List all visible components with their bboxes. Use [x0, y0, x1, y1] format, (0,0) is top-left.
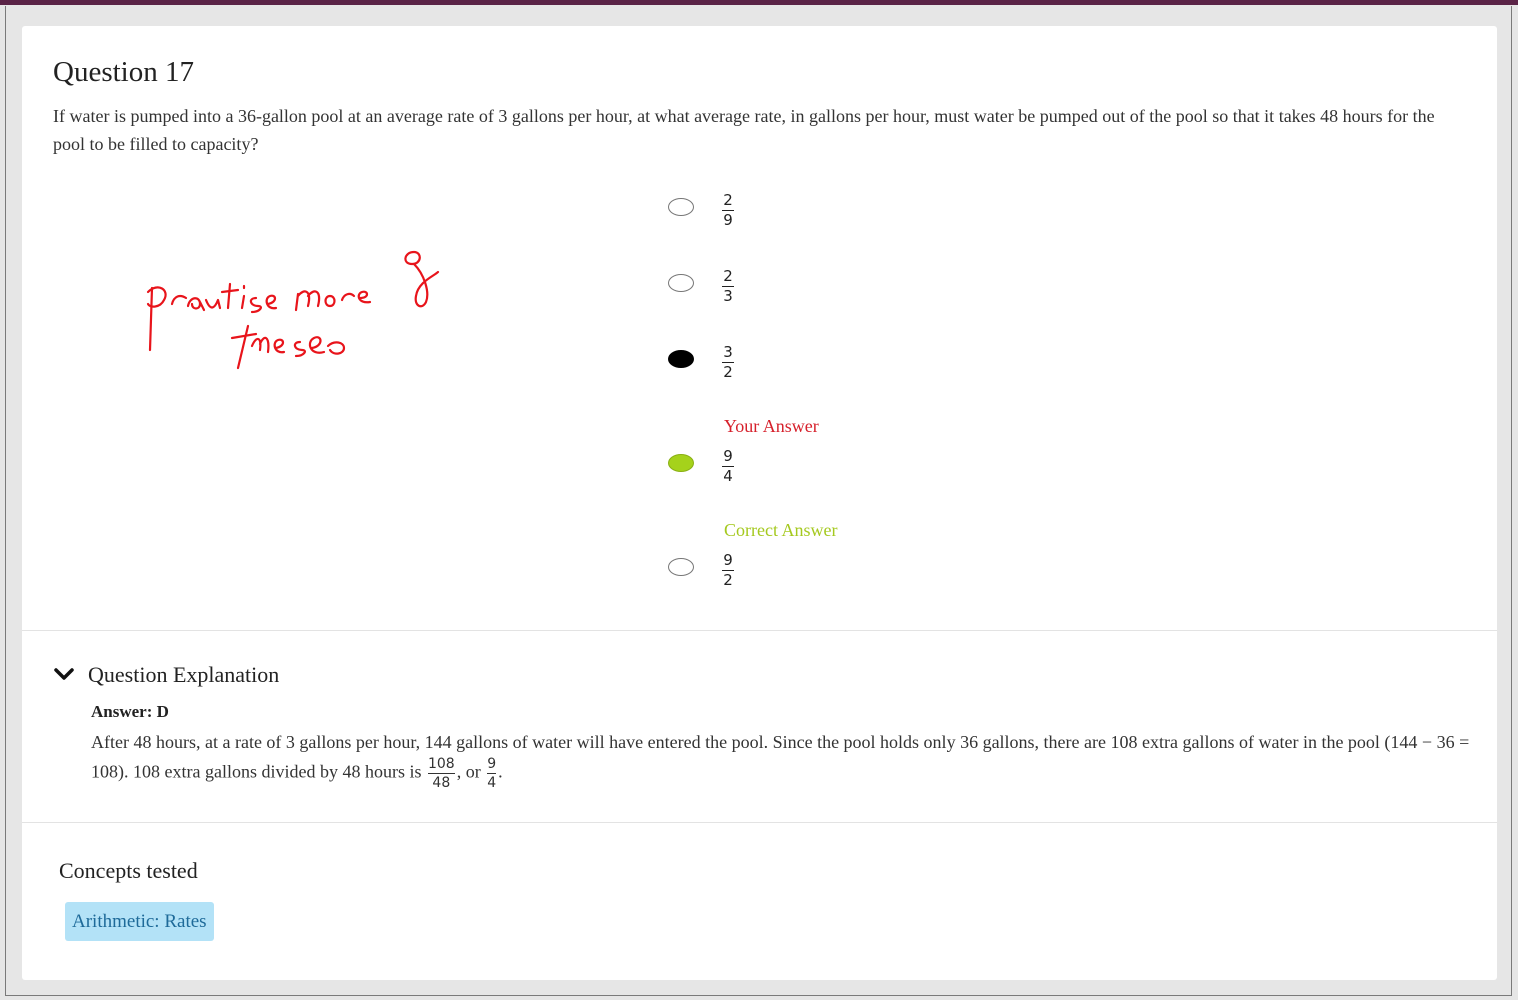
explanation-text-part: After 48 hours, at a rate of 3 gallons p… — [91, 732, 1470, 782]
radio-button-correct[interactable] — [668, 454, 694, 472]
denominator: 4 — [487, 775, 497, 791]
numerator: 2 — [723, 191, 733, 209]
explanation-text: After 48 hours, at a rate of 3 gallons p… — [91, 728, 1471, 790]
numerator: 9 — [487, 756, 497, 772]
radio-button[interactable] — [668, 558, 694, 576]
fraction: 9 4 — [487, 756, 497, 791]
fraction: 3 2 — [722, 344, 734, 380]
answer-key: Answer: D — [91, 702, 169, 721]
denominator: 9 — [723, 211, 733, 229]
question-text: If water is pumped into a 36-gallon pool… — [53, 106, 1435, 154]
fraction: 9 2 — [722, 552, 734, 588]
fraction: 108 48 — [427, 756, 455, 791]
correct-answer-label: Correct Answer — [724, 520, 838, 540]
fraction: 2 9 — [722, 192, 734, 228]
your-answer-label: Your Answer — [724, 416, 819, 436]
chevron-down-icon[interactable] — [53, 666, 75, 682]
fraction: 2 3 — [722, 268, 734, 304]
fraction-bar — [427, 773, 455, 774]
numerator: 9 — [723, 447, 733, 465]
numerator: 9 — [723, 551, 733, 569]
denominator: 3 — [723, 287, 733, 305]
divider — [22, 630, 1497, 631]
explanation-heading[interactable]: Question Explanation — [88, 662, 279, 688]
explanation-text-part: . — [498, 761, 503, 782]
radio-button[interactable] — [668, 274, 694, 292]
fraction-bar — [487, 773, 497, 774]
question-card: Question 17 If water is pumped into a 36… — [22, 26, 1497, 980]
radio-button[interactable] — [668, 198, 694, 216]
denominator: 48 — [432, 775, 451, 791]
question-title: Question 17 — [53, 56, 194, 88]
numerator: 108 — [427, 756, 455, 772]
numerator: 2 — [723, 267, 733, 285]
explanation-text-part: , or — [456, 761, 481, 782]
denominator: 2 — [723, 571, 733, 589]
fraction: 9 4 — [722, 448, 734, 484]
handwritten-annotation — [146, 250, 440, 370]
denominator: 2 — [723, 363, 733, 381]
concept-tag[interactable]: Arithmetic: Rates — [65, 902, 214, 941]
numerator: 3 — [723, 343, 733, 361]
divider — [22, 822, 1497, 823]
concepts-heading: Concepts tested — [59, 858, 198, 883]
denominator: 4 — [723, 467, 733, 485]
radio-button-selected[interactable] — [668, 350, 694, 368]
window-top-bar — [0, 0, 1518, 5]
